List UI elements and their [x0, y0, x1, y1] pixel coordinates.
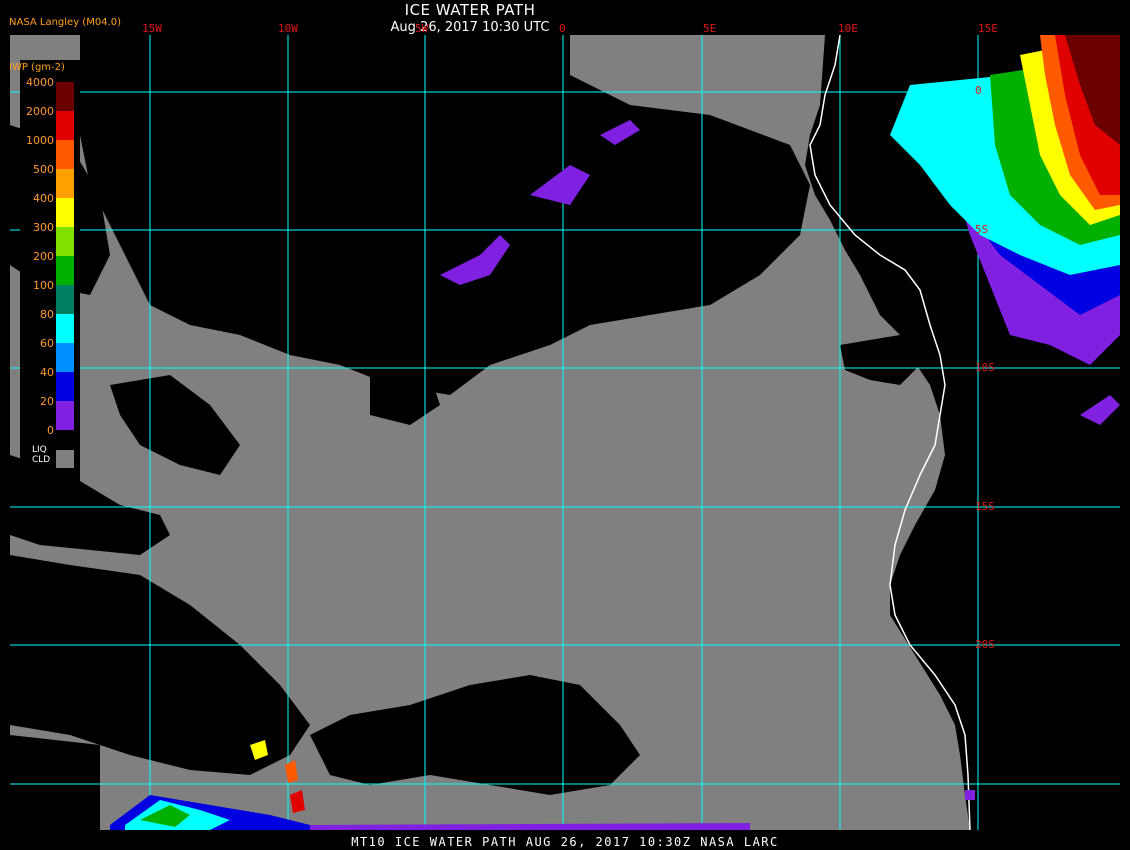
liquid-cloud-swatch [56, 450, 74, 468]
legend-color-swatch [56, 256, 74, 285]
legend-value-label: 60 [40, 337, 54, 350]
map-title: ICE WATER PATH [404, 1, 536, 19]
legend-value-label: 100 [33, 279, 54, 292]
legend-value-label: 40 [40, 366, 54, 379]
legend-color-swatch [56, 169, 74, 198]
satellite-map [10, 35, 1120, 830]
legend-value-label: 4000 [26, 76, 54, 89]
lon-label-15w: 15W [142, 22, 162, 35]
legend-value-label: 400 [33, 192, 54, 205]
lon-label-10e: 10E [838, 22, 858, 35]
legend-value-label: 20 [40, 395, 54, 408]
legend-color-swatch [56, 314, 74, 343]
legend-color-swatch [56, 227, 74, 256]
legend-color-swatch [56, 401, 74, 430]
map-svg [10, 35, 1120, 830]
legend-value-label: 2000 [26, 105, 54, 118]
legend-color-swatch [56, 82, 74, 111]
legend-value-label: 200 [33, 250, 54, 263]
lon-label-5e: 5E [703, 22, 717, 35]
lon-label-0: 0 [559, 22, 566, 35]
lon-label-15e: 15E [978, 22, 998, 35]
clear-sky-patches [10, 35, 920, 830]
lat-label-10s: 10S [975, 361, 995, 374]
lon-label-5w: 5W [415, 22, 429, 35]
map-footer: MT10 ICE WATER PATH AUG 26, 2017 10:30Z … [351, 835, 779, 849]
legend-value-label: 500 [33, 163, 54, 176]
legend-color-swatch [56, 372, 74, 401]
liquid-cloud-label: LIQ CLD [32, 445, 51, 465]
color-legend: NASA Langley (M04.0) IWP (gm-2) 4000 2000… [9, 17, 121, 485]
legend-color-swatch [56, 285, 74, 314]
legend-color-swatch [56, 111, 74, 140]
lat-label-5s: 5S [975, 223, 989, 236]
version-label: NASA Langley (M04.0) [9, 17, 121, 28]
lat-label-15s: 15S [975, 500, 995, 513]
legend-color-swatch [56, 343, 74, 372]
lat-label-0: 0 [975, 84, 982, 97]
legend-value-label: 300 [33, 221, 54, 234]
legend-unit-label: IWP (gm-2) [9, 62, 65, 73]
map-subtitle: Aug 26, 2017 10:30 UTC [390, 20, 550, 35]
legend-color-swatch [56, 198, 74, 227]
legend-value-label: 1000 [26, 134, 54, 147]
legend-color-swatch [56, 140, 74, 169]
legend-value-label: 0 [47, 424, 54, 437]
lat-label-20s: 20S [975, 638, 995, 651]
legend-value-label: 80 [40, 308, 54, 321]
lon-label-10w: 10W [278, 22, 298, 35]
